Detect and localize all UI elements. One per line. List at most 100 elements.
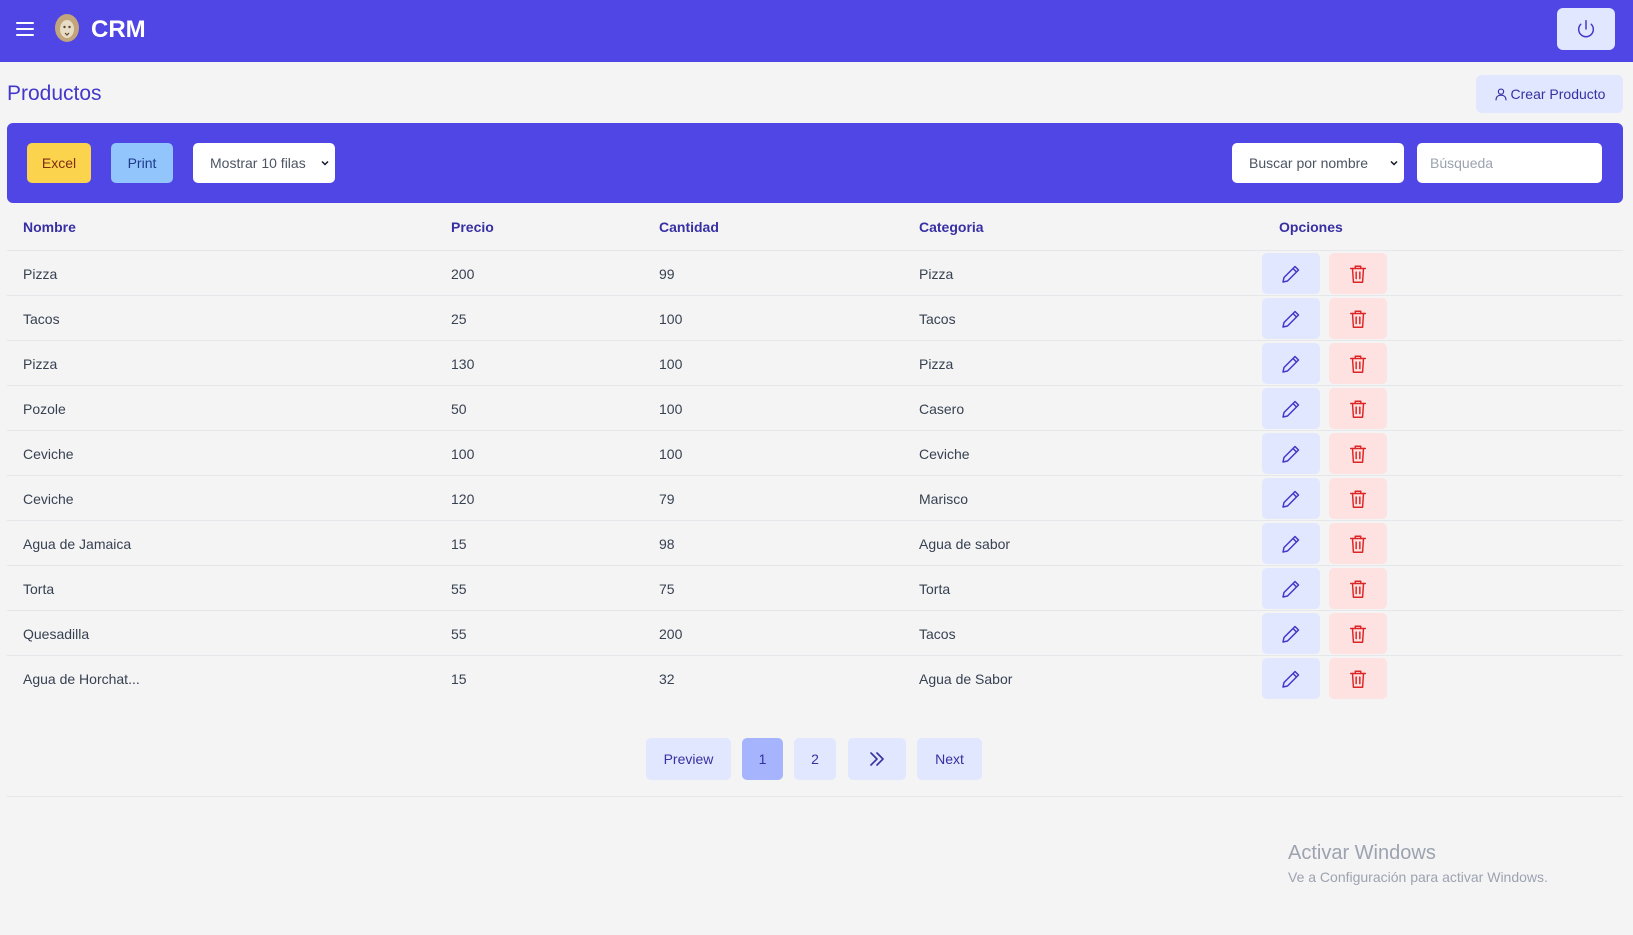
cell-categoria: Pizza — [919, 356, 954, 372]
pencil-icon — [1282, 355, 1300, 373]
cell-cantidad: 75 — [659, 581, 675, 597]
delete-button[interactable] — [1329, 568, 1387, 609]
table-row: Tacos 25 100 Tacos — [7, 296, 1623, 341]
cell-precio: 15 — [451, 536, 467, 552]
trash-icon — [1349, 579, 1367, 598]
cell-cantidad: 98 — [659, 536, 675, 552]
watermark-title: Activar Windows — [1288, 842, 1436, 864]
cell-nombre: Pizza — [23, 356, 58, 372]
trash-icon — [1349, 354, 1367, 373]
cell-categoria: Pizza — [919, 266, 954, 282]
column-header-precio: Precio — [451, 219, 494, 235]
cell-precio: 25 — [451, 311, 467, 327]
delete-button[interactable] — [1329, 343, 1387, 384]
edit-button[interactable] — [1262, 523, 1320, 564]
cell-cantidad: 200 — [659, 626, 683, 642]
trash-icon — [1349, 489, 1367, 508]
cell-cantidad: 100 — [659, 356, 683, 372]
table-row: Agua de Horchat... 15 32 Agua de Sabor — [7, 656, 1623, 701]
trash-icon — [1349, 399, 1367, 418]
pencil-icon — [1282, 400, 1300, 418]
cell-categoria: Casero — [919, 401, 965, 417]
edit-button[interactable] — [1262, 568, 1320, 609]
cell-precio: 15 — [451, 671, 467, 687]
cell-nombre: Ceviche — [23, 446, 74, 462]
edit-button[interactable] — [1262, 298, 1320, 339]
cell-nombre: Pozole — [23, 401, 66, 417]
search-field-value: Buscar por nombre — [1249, 155, 1369, 171]
edit-button[interactable] — [1262, 388, 1320, 429]
cell-cantidad: 100 — [659, 401, 683, 417]
delete-button[interactable] — [1329, 388, 1387, 429]
cell-nombre: Torta — [23, 581, 55, 597]
delete-button[interactable] — [1329, 613, 1387, 654]
print-button[interactable]: Print — [111, 143, 173, 183]
table-row: Quesadilla 55 200 Tacos — [7, 611, 1623, 656]
create-product-label: Crear Producto — [1510, 86, 1606, 102]
delete-button[interactable] — [1329, 658, 1387, 699]
column-header-categoria: Categoria — [919, 219, 984, 235]
edit-button[interactable] — [1262, 433, 1320, 474]
cell-precio: 100 — [451, 446, 475, 462]
excel-export-button[interactable]: Excel — [27, 143, 91, 183]
table-row: Agua de Jamaica 15 98 Agua de sabor — [7, 521, 1623, 566]
delete-button[interactable] — [1329, 298, 1387, 339]
windows-activation-watermark: Activar Windows Ve a Configuración para … — [1288, 842, 1548, 885]
cell-cantidad: 99 — [659, 266, 675, 282]
cell-cantidad: 100 — [659, 311, 683, 327]
cell-categoria: Agua de Sabor — [919, 671, 1013, 687]
next-page-button[interactable]: Next — [917, 738, 982, 780]
power-button[interactable] — [1557, 8, 1615, 50]
table-row: Pizza 130 100 Pizza — [7, 341, 1623, 386]
trash-icon — [1349, 309, 1367, 328]
page-title: Productos — [7, 82, 102, 105]
delete-button[interactable] — [1329, 433, 1387, 474]
cell-nombre: Agua de Horchat... — [23, 671, 140, 687]
table-row: Pizza 200 99 Pizza — [7, 251, 1623, 296]
last-page-button[interactable] — [848, 738, 906, 780]
pencil-icon — [1282, 580, 1300, 598]
column-header-cantidad: Cantidad — [659, 219, 719, 235]
cell-precio: 130 — [451, 356, 475, 372]
trash-icon — [1349, 624, 1367, 643]
edit-button[interactable] — [1262, 613, 1320, 654]
edit-button[interactable] — [1262, 343, 1320, 384]
edit-button[interactable] — [1262, 478, 1320, 519]
cell-nombre: Agua de Jamaica — [23, 536, 132, 552]
create-product-button[interactable]: Crear Producto — [1476, 75, 1623, 113]
cell-categoria: Ceviche — [919, 446, 970, 462]
chevron-down-icon — [1390, 160, 1398, 166]
column-header-nombre: Nombre — [23, 219, 76, 235]
trash-icon — [1349, 444, 1367, 463]
cell-precio: 55 — [451, 626, 467, 642]
edit-button[interactable] — [1262, 253, 1320, 294]
footer-divider — [7, 796, 1623, 797]
hamburger-menu-icon[interactable] — [16, 18, 38, 40]
trash-icon — [1349, 264, 1367, 283]
preview-page-button[interactable]: Preview — [646, 738, 731, 780]
search-input[interactable] — [1417, 143, 1602, 183]
delete-button[interactable] — [1329, 253, 1387, 294]
column-header-opciones: Opciones — [1279, 219, 1343, 235]
cell-precio: 120 — [451, 491, 475, 507]
cell-categoria: Tacos — [919, 626, 956, 642]
cell-precio: 50 — [451, 401, 467, 417]
delete-button[interactable] — [1329, 523, 1387, 564]
page-button-2[interactable]: 2 — [794, 738, 836, 780]
cell-cantidad: 100 — [659, 446, 683, 462]
cell-categoria: Tacos — [919, 311, 956, 327]
table-header: Nombre Precio Cantidad Categoria Opcione… — [7, 204, 1623, 251]
trash-icon — [1349, 669, 1367, 688]
edit-button[interactable] — [1262, 658, 1320, 699]
cell-nombre: Pizza — [23, 266, 58, 282]
pencil-icon — [1282, 625, 1300, 643]
search-field-select[interactable]: Buscar por nombre — [1232, 143, 1404, 183]
table-toolbar: Excel Print Mostrar 10 filas Buscar por … — [7, 123, 1623, 203]
delete-button[interactable] — [1329, 478, 1387, 519]
page-button-1[interactable]: 1 — [742, 738, 783, 780]
table-body: Pizza 200 99 Pizza Tacos 25 100 Tacos Pizza 130 10… — [7, 251, 1623, 701]
pencil-icon — [1282, 490, 1300, 508]
cell-nombre: Quesadilla — [23, 626, 90, 642]
rows-per-page-select[interactable]: Mostrar 10 filas — [193, 143, 335, 183]
lion-logo — [55, 14, 79, 42]
